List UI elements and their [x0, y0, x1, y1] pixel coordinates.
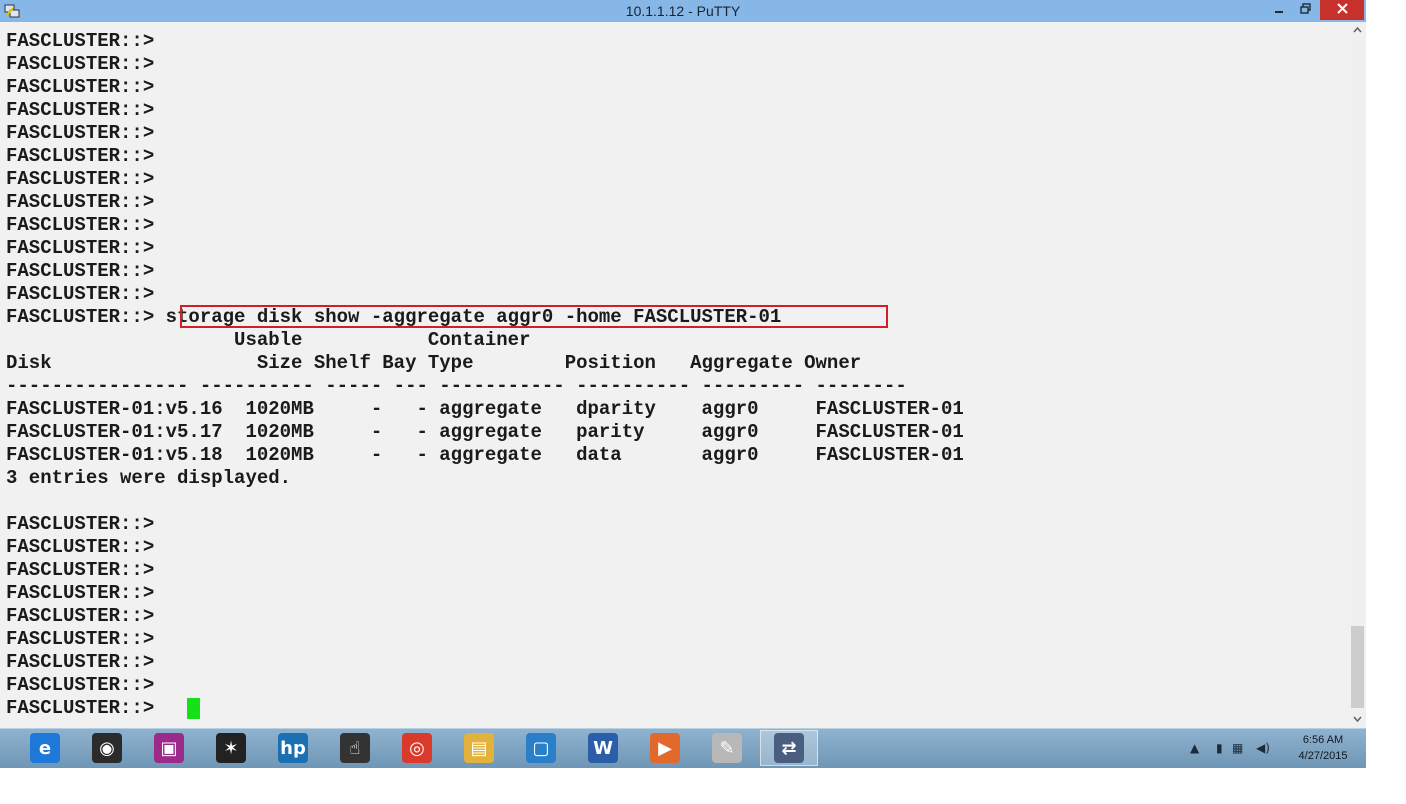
restore-button[interactable] — [1292, 0, 1318, 20]
title-bar[interactable]: 10.1.1.12 - PuTTY — [0, 0, 1366, 22]
terminal-output[interactable]: FASCLUSTER::> FASCLUSTER::> FASCLUSTER::> F… — [0, 22, 1349, 728]
taskbar-item-internet-explorer[interactable]: e — [16, 730, 74, 766]
vertical-scrollbar[interactable] — [1349, 22, 1366, 728]
terminal-line: FASCLUSTER::> — [6, 605, 155, 627]
terminal-line: FASCLUSTER::> — [6, 513, 155, 535]
taskbar-item-hp[interactable]: hp — [264, 730, 322, 766]
taskbar-item-paint[interactable]: ✎ — [698, 730, 756, 766]
scroll-up-button[interactable] — [1349, 22, 1366, 39]
clock-time[interactable]: 6:56 AM — [1280, 734, 1366, 746]
terminal-line: FASCLUSTER::> — [6, 237, 155, 259]
terminal-line: FASCLUSTER::> — [6, 214, 155, 236]
terminal-line: FASCLUSTER::> — [6, 122, 155, 144]
volume-icon[interactable]: ◀) — [1256, 741, 1270, 755]
terminal-line: 3 entries were displayed. — [6, 467, 292, 489]
taskbar-item-touch-app[interactable]: ☝ — [326, 730, 384, 766]
taskbar-item-remote-display[interactable]: ▣ — [140, 730, 198, 766]
terminal-line: FASCLUSTER::> — [6, 145, 155, 167]
terminal-line: FASCLUSTER::> — [6, 582, 155, 604]
terminal-line: Disk Size Shelf Bay Type Position Aggreg… — [6, 352, 862, 374]
terminal-cursor — [187, 698, 200, 719]
terminal-line: FASCLUSTER::> — [6, 53, 155, 75]
scroll-down-button[interactable] — [1349, 711, 1366, 728]
remote-display-icon: ▣ — [154, 733, 184, 763]
scrollbar-thumb[interactable] — [1351, 626, 1364, 708]
terminal-line: FASCLUSTER::> — [6, 674, 155, 696]
terminal-line: FASCLUSTER::> — [6, 99, 155, 121]
terminal-line: FASCLUSTER-01:v5.17 1020MB - - aggregate… — [6, 421, 964, 443]
terminal-line: FASCLUSTER::> — [6, 283, 155, 305]
chrome-icon: ◎ — [402, 733, 432, 763]
taskbar: e ◉ ▣ ✶ hp ☝ ◎ ▤ ▢ W ▶ ✎ ⇄ ▲ ▮ ▦ ◀) 6:56 AM 4/27/201… — [0, 728, 1366, 768]
word-icon: W — [588, 733, 618, 763]
taskbar-item-chrome[interactable]: ◎ — [388, 730, 446, 766]
terminal-line: FASCLUSTER::> — [6, 76, 155, 98]
terminal-line: FASCLUSTER::> — [6, 697, 155, 719]
show-hidden-icons-icon[interactable]: ▲ — [1190, 741, 1199, 755]
taskbar-item-video-app[interactable]: ▶ — [636, 730, 694, 766]
terminal-line: FASCLUSTER::> — [6, 191, 155, 213]
terminal-line: FASCLUSTER::> — [6, 559, 155, 581]
restore-icon — [1299, 3, 1311, 14]
terminal-line: FASCLUSTER-01:v5.16 1020MB - - aggregate… — [6, 398, 964, 420]
terminal-line: FASCLUSTER::> — [6, 168, 155, 190]
file-explorer-icon: ▤ — [464, 733, 494, 763]
internet-explorer-icon: e — [30, 733, 60, 763]
taskbar-item-word[interactable]: W — [574, 730, 632, 766]
terminal-line: FASCLUSTER-01:v5.18 1020MB - - aggregate… — [6, 444, 964, 466]
taskbar-item-color-app[interactable]: ✶ — [202, 730, 260, 766]
network-icon[interactable]: ▦ — [1232, 741, 1243, 755]
hp-icon: hp — [278, 733, 308, 763]
taskbar-item-media-player[interactable]: ◉ — [78, 730, 136, 766]
minimize-button[interactable] — [1266, 0, 1292, 20]
window-title: 10.1.1.12 - PuTTY — [625, 3, 741, 19]
video-app-icon: ▶ — [650, 733, 680, 763]
battery-icon[interactable]: ▮ — [1216, 741, 1223, 755]
terminal-line: Usable Container — [6, 329, 531, 351]
vmware-icon: ▢ — [526, 733, 556, 763]
putty-window: 10.1.1.12 - PuTTY FASCLUSTER::> FASCLUSTE… — [0, 0, 1366, 728]
media-player-icon: ◉ — [92, 733, 122, 763]
touch-app-icon: ☝ — [340, 733, 370, 763]
clock-date[interactable]: 4/27/2015 — [1280, 750, 1366, 762]
color-app-icon: ✶ — [216, 733, 246, 763]
terminal-line: FASCLUSTER::> — [6, 651, 155, 673]
close-icon — [1336, 3, 1348, 14]
terminal-line: FASCLUSTER::> — [6, 628, 155, 650]
putty-icon: ⇄ — [774, 733, 804, 763]
terminal-line: FASCLUSTER::> — [6, 260, 155, 282]
taskbar-item-putty[interactable]: ⇄ — [760, 730, 818, 766]
chevron-up-icon — [1353, 26, 1362, 33]
command-highlight-box — [180, 305, 888, 328]
taskbar-item-vmware[interactable]: ▢ — [512, 730, 570, 766]
taskbar-item-file-explorer[interactable]: ▤ — [450, 730, 508, 766]
paint-icon: ✎ — [712, 733, 742, 763]
close-button[interactable] — [1320, 0, 1364, 20]
chevron-down-icon — [1353, 716, 1362, 723]
terminal-line: FASCLUSTER::> — [6, 30, 155, 52]
terminal-line: ---------------- ---------- ----- --- --… — [6, 375, 907, 397]
system-tray: ▲ ▮ ▦ ◀) 6:56 AM 4/27/2015 — [1180, 729, 1366, 769]
terminal-line: FASCLUSTER::> — [6, 536, 155, 558]
minimize-icon — [1275, 11, 1283, 13]
